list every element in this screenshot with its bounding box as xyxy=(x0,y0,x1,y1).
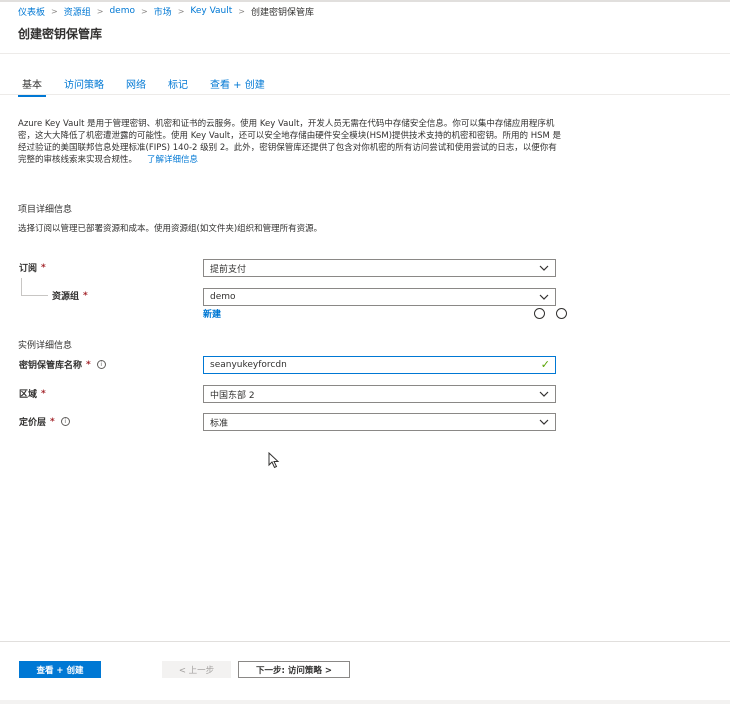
pricing-tier-value: 标准 xyxy=(210,418,229,429)
chevron-down-icon xyxy=(539,419,549,425)
resource-group-select[interactable]: demo xyxy=(203,288,556,306)
previous-button[interactable]: < 上一步 xyxy=(162,661,231,678)
instance-details-title: 实例详细信息 xyxy=(18,341,73,351)
resource-group-value: demo xyxy=(210,292,236,302)
resource-group-label-text: 资源组 xyxy=(52,292,80,302)
pricing-tier-label-text: 定价层 xyxy=(19,418,47,428)
breadcrumb-dashboard[interactable]: 仪表板 xyxy=(18,5,45,18)
chevron-right-icon: > xyxy=(96,6,104,16)
region-select[interactable]: 中国东部 2 xyxy=(203,385,556,403)
region-label: 区域 * xyxy=(19,387,46,401)
info-icon[interactable]: i xyxy=(96,360,106,369)
next-button[interactable]: 下一步: 访问策略 > xyxy=(238,661,350,678)
breadcrumb-key-vault[interactable]: Key Vault xyxy=(190,6,232,16)
create-new-resource-group-link[interactable]: 新建 xyxy=(203,307,221,320)
learn-more-link[interactable]: 了解详细信息 xyxy=(147,155,198,165)
project-details-title: 项目详细信息 xyxy=(18,205,73,215)
divider xyxy=(0,94,730,95)
project-details-desc: 选择订阅以管理已部署资源和成本。使用资源组(如文件夹)组织和管理所有资源。 xyxy=(18,224,323,234)
breadcrumb-resource-groups[interactable]: 资源组 xyxy=(64,5,91,18)
page-title: 创建密钥保管库 xyxy=(18,27,103,41)
loading-ring-icon xyxy=(534,308,545,319)
review-create-button[interactable]: 查看 + 创建 xyxy=(19,661,101,678)
vault-name-label-text: 密钥保管库名称 xyxy=(19,361,83,371)
breadcrumb-marketplace[interactable]: 市场 xyxy=(154,5,172,18)
resource-group-label: 资源组 * xyxy=(52,289,88,303)
breadcrumb-demo[interactable]: demo xyxy=(109,6,135,16)
bottom-edge xyxy=(0,700,730,704)
breadcrumb: 仪表板 > 资源组 > demo > 市场 > Key Vault > 创建密钥… xyxy=(0,0,730,20)
vault-name-input[interactable]: seanyukeyforcdn ✓ xyxy=(203,356,556,374)
loading-ring-icon xyxy=(556,308,567,319)
required-mark: * xyxy=(50,416,55,427)
breadcrumb-current: 创建密钥保管库 xyxy=(250,7,314,18)
tree-connector xyxy=(21,278,22,295)
tree-connector xyxy=(21,295,48,296)
pricing-tier-select[interactable]: 标准 xyxy=(203,413,556,431)
vault-name-value: seanyukeyforcdn xyxy=(210,360,287,370)
chevron-down-icon xyxy=(539,265,549,271)
chevron-right-icon: > xyxy=(177,6,185,16)
checkmark-icon: ✓ xyxy=(540,358,550,371)
required-mark: * xyxy=(83,290,88,301)
chevron-right-icon: > xyxy=(51,6,58,16)
divider xyxy=(0,641,730,642)
subscription-value: 提前支付 xyxy=(210,264,247,275)
region-label-text: 区域 xyxy=(19,390,38,400)
description: Azure Key Vault 是用于管理密钥、机密和证书的云服务。使用 Key… xyxy=(18,118,563,166)
subscription-select[interactable]: 提前支付 xyxy=(203,259,556,277)
required-mark: * xyxy=(41,388,46,399)
vault-name-label: 密钥保管库名称 * i xyxy=(19,358,106,371)
pricing-tier-label: 定价层 * i xyxy=(19,415,70,428)
description-text: Azure Key Vault 是用于管理密钥、机密和证书的云服务。使用 Key… xyxy=(18,119,562,165)
chevron-down-icon xyxy=(539,391,549,397)
required-mark: * xyxy=(86,359,91,370)
mouse-cursor-icon xyxy=(268,452,280,469)
chevron-right-icon: > xyxy=(140,6,148,16)
chevron-down-icon xyxy=(539,294,549,300)
info-icon[interactable]: i xyxy=(60,417,70,426)
chevron-right-icon: > xyxy=(238,6,245,16)
required-mark: * xyxy=(41,262,46,273)
subscription-label-text: 订阅 xyxy=(19,264,38,274)
subscription-label: 订阅 * xyxy=(19,261,46,275)
divider xyxy=(0,53,730,54)
region-value: 中国东部 2 xyxy=(210,390,255,401)
